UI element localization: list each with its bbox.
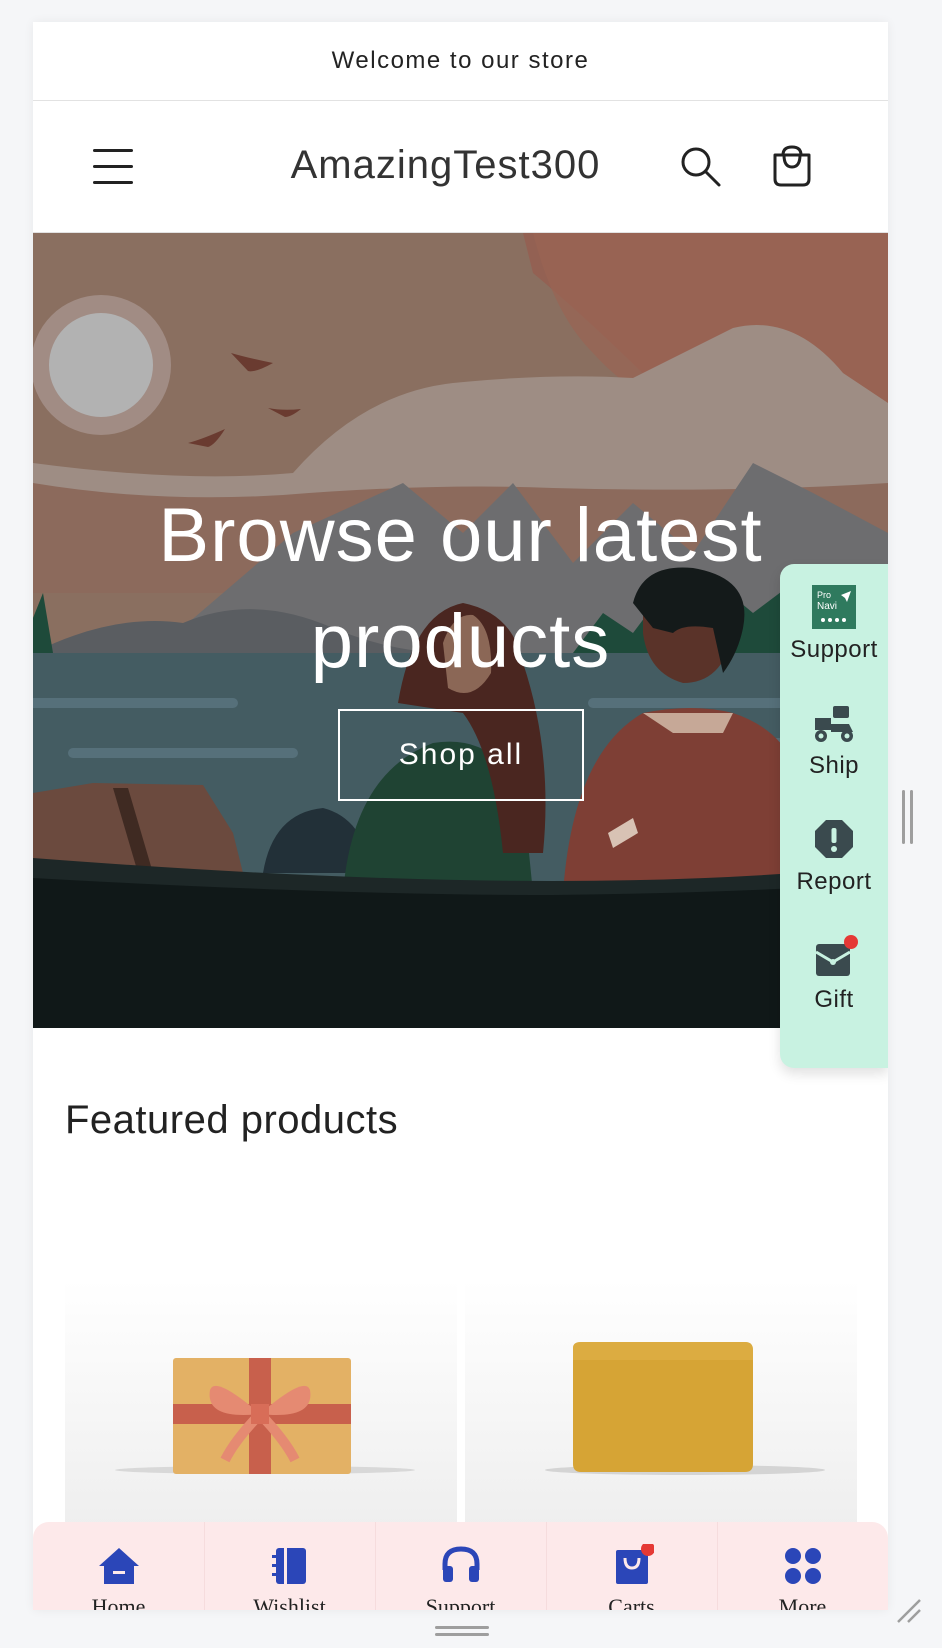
search-icon[interactable] [679, 145, 723, 189]
bottom-navigation: Home Wishlist Support Carts More [33, 1522, 888, 1610]
nav-item-more[interactable]: More [717, 1522, 888, 1610]
product-card[interactable] [65, 1280, 457, 1530]
delivery-scooter-icon [815, 706, 853, 742]
side-widget-gift[interactable]: Gift [780, 918, 888, 1028]
shop-all-button[interactable]: Shop all [338, 709, 584, 801]
cart-icon[interactable] [769, 143, 815, 189]
site-header: AmazingTest300 [33, 101, 888, 233]
nav-item-wishlist[interactable]: Wishlist [204, 1522, 375, 1610]
side-widget-ship-label: Ship [808, 752, 860, 779]
product-card[interactable] [465, 1280, 857, 1530]
side-widget-gift-label: Gift [814, 986, 854, 1013]
notebook-icon [271, 1548, 306, 1584]
store-brand[interactable]: AmazingTest300 [33, 143, 888, 188]
shopping-bag-icon [615, 1544, 654, 1584]
announcement-bar: Welcome to our store [33, 22, 888, 101]
nav-item-carts[interactable]: Carts [546, 1522, 717, 1610]
hero-title: Browse our latest products [158, 493, 763, 684]
soap-bar-image [545, 1342, 825, 1475]
resize-grip-icon[interactable] [894, 1596, 924, 1626]
store-page: Welcome to our store AmazingTest300 Brow… [33, 22, 888, 1610]
home-icon [98, 1548, 139, 1584]
grid-dots-icon [784, 1548, 821, 1584]
nav-label-carts: Carts [608, 1594, 655, 1610]
gift-icon [815, 935, 858, 976]
nav-label-home: Home [91, 1594, 146, 1610]
side-widget-ship[interactable]: Ship [780, 684, 888, 794]
side-widget-support-label: Support [790, 636, 878, 663]
featured-products-heading: Featured products [65, 1098, 399, 1142]
nav-label-more: More [778, 1594, 827, 1610]
bottom-drag-handle[interactable] [435, 1626, 489, 1636]
nav-item-support[interactable]: Support [375, 1522, 546, 1610]
side-widget-panel: Pro Navi Support Ship Report Gift [780, 564, 888, 1068]
gift-box-image [115, 1358, 415, 1474]
gift-badge [844, 935, 858, 949]
headset-icon [442, 1546, 479, 1582]
pronavi-logo-bottom: Navi [817, 601, 837, 612]
nav-label-support: Support [425, 1594, 496, 1610]
alert-octagon-icon [815, 820, 853, 858]
side-widget-report[interactable]: Report [780, 800, 888, 910]
side-widget-report-label: Report [796, 868, 872, 895]
pronavi-icon: Pro Navi [812, 585, 856, 629]
side-widget-support[interactable]: Pro Navi Support [780, 568, 888, 678]
hero-banner: Browse our latest products Shop all [33, 233, 888, 1028]
nav-item-home[interactable]: Home [33, 1522, 204, 1610]
side-resize-handle[interactable] [902, 790, 916, 844]
pronavi-logo-top: Pro [817, 590, 831, 600]
announcement-text: Welcome to our store [331, 47, 590, 74]
nav-label-wishlist: Wishlist [253, 1594, 326, 1610]
